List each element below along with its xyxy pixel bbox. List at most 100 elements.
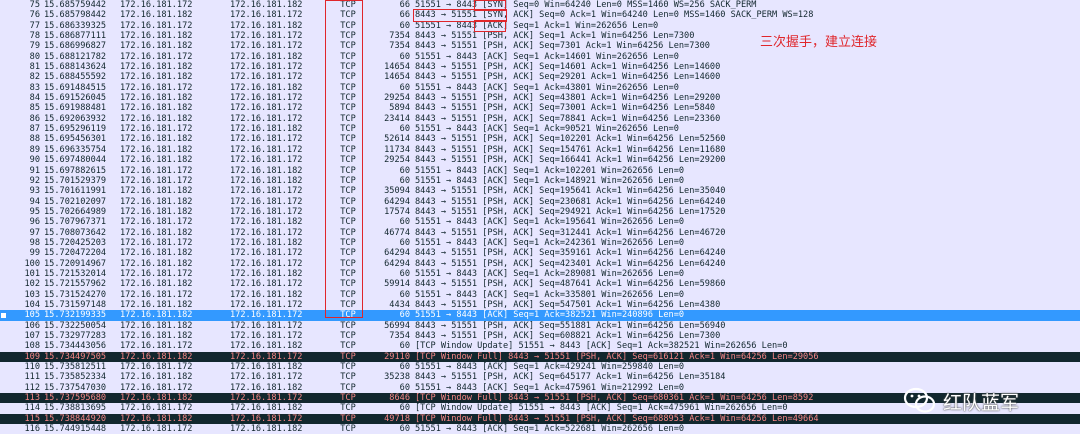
- packet-info: 51551 → 8443 [ACK] Seq=1 Ack=242361 Win=…: [415, 237, 685, 248]
- packet-row[interactable]: 107 15.732977283 172.16.181.182 172.16.181.…: [0, 331, 1080, 342]
- packet-len: 60: [399, 341, 410, 352]
- packet-time: 15.735812511: [44, 362, 107, 373]
- packet-dst: 172.16.181.182: [230, 341, 303, 352]
- packet-info: 51551 → 8443 [ACK] Seq=1 Ack=382521 Win=…: [415, 310, 685, 321]
- packet-row[interactable]: 79 15.686996827 172.16.181.182 172.16.181.1…: [0, 41, 1080, 52]
- packet-src: 172.16.181.172: [120, 51, 193, 62]
- packet-row[interactable]: 92 15.701529379 172.16.181.172 172.16.181.1…: [0, 175, 1080, 187]
- packet-row[interactable]: 109 15.734497505 172.16.181.182 172.16.181.…: [0, 351, 1080, 363]
- packet-len: 60: [399, 382, 410, 393]
- packet-row[interactable]: 94 15.702102097 172.16.181.182 172.16.181.1…: [0, 196, 1080, 207]
- packet-len: 60: [399, 124, 410, 135]
- packet-info: 51551 → 8443 [ACK] Seq=1 Ack=289081 Win=…: [415, 268, 685, 279]
- packet-no: 106: [24, 320, 40, 331]
- packet-info: [TCP Window Update] 51551 → 8443 [ACK] S…: [415, 341, 788, 352]
- packet-src: 172.16.181.172: [120, 362, 193, 373]
- packet-info: 8443 → 51551 [PSH, ACK] Seq=102201 Ack=1…: [415, 134, 726, 145]
- packet-row[interactable]: 97 15.708073642 172.16.181.182 172.16.181.1…: [0, 227, 1080, 238]
- packet-dst: 172.16.181.182: [230, 362, 303, 373]
- packet-no: 88: [29, 134, 40, 145]
- packet-no: 84: [29, 93, 40, 104]
- packet-row[interactable]: 90 15.697480044 172.16.181.182 172.16.181.1…: [0, 155, 1080, 166]
- packet-src: 172.16.181.172: [120, 175, 193, 186]
- packet-no: 77: [29, 20, 40, 31]
- packet-dst: 172.16.181.172: [230, 103, 303, 114]
- packet-time: 15.721557962: [44, 279, 107, 290]
- packet-row[interactable]: 78 15.686877111 172.16.181.182 172.16.181.1…: [0, 31, 1080, 42]
- packet-no: 114: [24, 403, 40, 414]
- packet-dst: 172.16.181.172: [230, 248, 303, 259]
- packet-dst: 172.16.181.172: [230, 393, 303, 404]
- packet-dst: 172.16.181.182: [230, 289, 303, 300]
- packet-len: 60: [399, 20, 410, 31]
- packet-dst: 172.16.181.172: [230, 372, 303, 383]
- packet-time: 15.708073642: [44, 227, 107, 238]
- packet-row[interactable]: 98 15.720425203 172.16.181.172 172.16.181.1…: [0, 237, 1080, 249]
- packet-info: 8443 → 51551 [SYN, ACK] Seq=0 Ack=1 Win=…: [415, 10, 814, 21]
- packet-info: [TCP Window Full] 8443 → 51551 [PSH, ACK…: [415, 413, 819, 424]
- packet-row[interactable]: 115 15.738844920 172.16.181.182 172.16.181.…: [0, 413, 1080, 425]
- packet-len: 7354: [389, 31, 410, 42]
- packet-len: 52614: [384, 134, 410, 145]
- packet-row[interactable]: 108 15.734443056 172.16.181.172 172.16.181.…: [0, 341, 1080, 352]
- packet-row[interactable]: 104 15.731597148 172.16.181.182 172.16.181.…: [0, 299, 1080, 311]
- packet-row[interactable]: 116 15.744915448 172.16.181.172 172.16.181.…: [0, 424, 1080, 435]
- packet-row[interactable]: 88 15.695456301 172.16.181.182 172.16.181.1…: [0, 134, 1080, 145]
- packet-no: 100: [24, 258, 40, 269]
- packet-proto: TCP: [340, 217, 356, 228]
- packet-src: 172.16.181.182: [120, 10, 193, 21]
- packet-len: 17574: [384, 206, 410, 217]
- packet-src: 172.16.181.172: [120, 268, 193, 279]
- packet-proto: TCP: [340, 206, 356, 217]
- packet-row[interactable]: 93 15.701611991 172.16.181.182 172.16.181.1…: [0, 186, 1080, 197]
- packet-row[interactable]: 82 15.688455592 172.16.181.182 172.16.181.1…: [0, 72, 1080, 83]
- packet-row[interactable]: 110 15.735812511 172.16.181.172 172.16.181.…: [0, 362, 1080, 373]
- packet-dst: 172.16.181.172: [230, 299, 303, 310]
- packet-time: 15.686996827: [44, 41, 107, 52]
- packet-time: 15.691484515: [44, 82, 107, 93]
- packet-time: 15.688455592: [44, 72, 107, 83]
- packet-dst: 172.16.181.182: [230, 403, 303, 414]
- packet-dst: 172.16.181.182: [230, 217, 303, 228]
- packet-row[interactable]: 99 15.720472204 172.16.181.182 172.16.181.1…: [0, 248, 1080, 259]
- packet-row[interactable]: 96 15.707967371 172.16.181.172 172.16.181.1…: [0, 217, 1080, 228]
- packet-time: 15.691526045: [44, 93, 107, 104]
- packet-row[interactable]: 84 15.691526045 172.16.181.182 172.16.181.1…: [0, 93, 1080, 104]
- packet-row[interactable]: 75 15.685759442 172.16.181.172 172.16.181.1…: [0, 0, 1080, 11]
- packet-row[interactable]: 80 15.688121782 172.16.181.172 172.16.181.1…: [0, 51, 1080, 63]
- packet-dst: 172.16.181.172: [230, 155, 303, 166]
- packet-info: 8443 → 51551 [PSH, ACK] Seq=195641 Ack=1…: [415, 186, 726, 197]
- packet-row[interactable]: 103 15.731524270 172.16.181.172 172.16.181.…: [0, 289, 1080, 300]
- packet-row[interactable]: 91 15.697882615 172.16.181.172 172.16.181.1…: [0, 165, 1080, 176]
- packet-row[interactable]: 111 15.735852334 172.16.181.182 172.16.181.…: [0, 372, 1080, 383]
- packet-row[interactable]: 81 15.688143624 172.16.181.182 172.16.181.1…: [0, 62, 1080, 73]
- packet-time: 15.731524270: [44, 289, 107, 300]
- packet-row[interactable]: 105 15.732199335 172.16.181.182 172.16.181.…: [0, 310, 1080, 321]
- packet-row[interactable]: 102 15.721557962 172.16.181.182 172.16.181.…: [0, 279, 1080, 290]
- packet-src: 172.16.181.182: [120, 155, 193, 166]
- packet-row[interactable]: 77 15.686339325 172.16.181.172 172.16.181.1…: [0, 20, 1080, 32]
- packet-row[interactable]: 106 15.732250054 172.16.181.182 172.16.181.…: [0, 320, 1080, 331]
- packet-no: 81: [29, 62, 40, 73]
- packet-no: 104: [24, 299, 40, 310]
- packet-time: 15.697882615: [44, 165, 107, 176]
- packet-no: 93: [29, 186, 40, 197]
- packet-dst: 172.16.181.182: [230, 268, 303, 279]
- handshake-annotation: 三次握手，建立连接: [760, 35, 878, 50]
- packet-len: 64294: [384, 258, 410, 269]
- packet-row[interactable]: 87 15.695296119 172.16.181.172 172.16.181.1…: [0, 124, 1080, 135]
- packet-row[interactable]: 76 15.685798442 172.16.181.182 172.16.181.1…: [0, 10, 1080, 21]
- packet-row[interactable]: 100 15.720914967 172.16.181.182 172.16.181.…: [0, 258, 1080, 269]
- packet-src: 172.16.181.182: [120, 196, 193, 207]
- packet-row[interactable]: 89 15.696335754 172.16.181.182 172.16.181.1…: [0, 144, 1080, 156]
- packet-row[interactable]: 83 15.691484515 172.16.181.172 172.16.181.1…: [0, 82, 1080, 94]
- packet-no: 92: [29, 175, 40, 186]
- packet-row[interactable]: 95 15.702664989 172.16.181.182 172.16.181.1…: [0, 206, 1080, 218]
- packet-info: 8443 → 51551 [PSH, ACK] Seq=423401 Ack=1…: [415, 258, 726, 269]
- packet-row[interactable]: 85 15.691988481 172.16.181.182 172.16.181.1…: [0, 103, 1080, 114]
- packet-row[interactable]: 86 15.692063932 172.16.181.182 172.16.181.1…: [0, 113, 1080, 125]
- packet-proto: TCP: [340, 103, 356, 114]
- packet-info: 8443 → 51551 [PSH, ACK] Seq=43801 Ack=1 …: [415, 93, 721, 104]
- packet-row[interactable]: 101 15.721532014 172.16.181.172 172.16.181.…: [0, 268, 1080, 280]
- packet-no: 87: [29, 124, 40, 135]
